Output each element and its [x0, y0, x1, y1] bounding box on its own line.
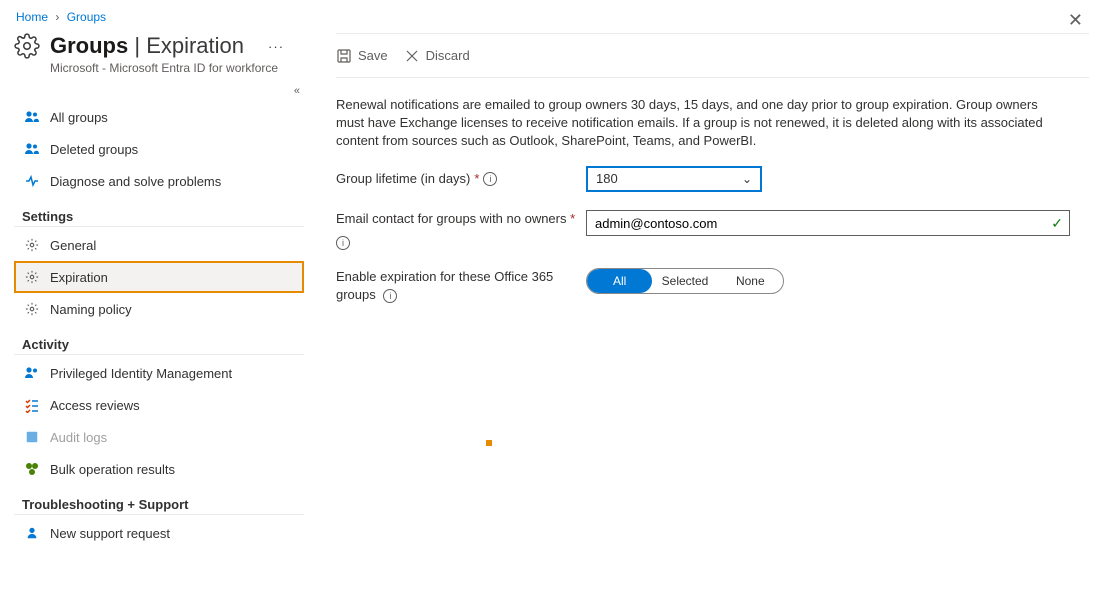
- gear-icon: [24, 301, 40, 317]
- lifetime-label: Group lifetime (in days) * i: [336, 170, 586, 188]
- sidebar-item-bulk-results[interactable]: Bulk operation results: [14, 453, 304, 485]
- close-icon[interactable]: ✕: [1062, 8, 1089, 33]
- save-button[interactable]: Save: [336, 48, 388, 64]
- divider: [14, 354, 304, 355]
- breadcrumb-groups[interactable]: Groups: [67, 10, 106, 24]
- sidebar-item-label: Diagnose and solve problems: [50, 174, 221, 189]
- sidebar-item-naming-policy[interactable]: Naming policy: [14, 293, 304, 325]
- breadcrumb-home[interactable]: Home: [16, 10, 48, 24]
- people-icon: [24, 365, 40, 381]
- more-icon[interactable]: ···: [268, 39, 284, 54]
- sidebar-section-support: Troubleshooting + Support: [22, 497, 304, 512]
- sidebar-item-label: Audit logs: [50, 430, 107, 445]
- sidebar-item-general[interactable]: General: [14, 229, 304, 261]
- email-input[interactable]: [593, 215, 1051, 232]
- chevron-right-icon: ›: [55, 10, 59, 24]
- sidebar-item-label: Naming policy: [50, 302, 132, 317]
- pill-selected[interactable]: Selected: [652, 269, 717, 293]
- toolbar: Save Discard: [336, 34, 1089, 78]
- divider: [14, 514, 304, 515]
- pill-none[interactable]: None: [718, 269, 783, 293]
- email-label: Email contact for groups with no owners …: [336, 210, 586, 250]
- sidebar-item-new-support[interactable]: New support request: [14, 517, 304, 549]
- lifetime-value: 180: [596, 170, 618, 188]
- required-icon: *: [570, 211, 575, 226]
- info-icon[interactable]: i: [336, 236, 350, 250]
- sidebar-item-label: Deleted groups: [50, 142, 138, 157]
- sidebar-item-label: Expiration: [50, 270, 108, 285]
- info-icon[interactable]: i: [383, 289, 397, 303]
- support-icon: [24, 525, 40, 541]
- diagnose-icon: [24, 173, 40, 189]
- sidebar-item-expiration[interactable]: Expiration: [14, 261, 304, 293]
- page-subtitle: Microsoft - Microsoft Entra ID for workf…: [50, 61, 304, 75]
- enable-expiration-toggle: All Selected None: [586, 268, 784, 294]
- page-title: Groups | Expiration: [50, 33, 244, 59]
- sidebar-item-label: New support request: [50, 526, 170, 541]
- breadcrumb: Home › Groups: [14, 8, 106, 30]
- sidebar-item-deleted-groups[interactable]: Deleted groups: [14, 133, 304, 165]
- sidebar-item-all-groups[interactable]: All groups: [14, 101, 304, 133]
- sidebar-item-pim[interactable]: Privileged Identity Management: [14, 357, 304, 389]
- info-icon[interactable]: i: [483, 172, 497, 186]
- sidebar-item-label: Access reviews: [50, 398, 140, 413]
- discard-label: Discard: [426, 48, 470, 63]
- save-icon: [336, 48, 352, 64]
- sidebar-section-activity: Activity: [22, 337, 304, 352]
- discard-button[interactable]: Discard: [404, 48, 470, 64]
- save-label: Save: [358, 48, 388, 63]
- email-input-wrap: ✓: [586, 210, 1070, 236]
- sidebar-item-label: Bulk operation results: [50, 462, 175, 477]
- chevron-down-icon: ⌄: [742, 170, 752, 188]
- lifetime-select[interactable]: 180 ⌄: [586, 166, 762, 192]
- divider: [14, 226, 304, 227]
- sidebar-item-audit-logs[interactable]: Audit logs: [14, 421, 304, 453]
- sidebar-item-label: All groups: [50, 110, 108, 125]
- pill-all[interactable]: All: [587, 269, 652, 293]
- log-icon: [24, 429, 40, 445]
- gear-icon: [14, 33, 40, 59]
- required-icon: *: [474, 170, 479, 188]
- collapse-sidebar-button[interactable]: «: [14, 79, 304, 101]
- decorative-marker: [486, 440, 492, 446]
- people-icon: [24, 141, 40, 157]
- sidebar-item-diagnose[interactable]: Diagnose and solve problems: [14, 165, 304, 197]
- sidebar-item-label: General: [50, 238, 96, 253]
- sidebar-item-access-reviews[interactable]: Access reviews: [14, 389, 304, 421]
- enable-expiration-label: Enable expiration for these Office 365 g…: [336, 268, 586, 304]
- sidebar-item-label: Privileged Identity Management: [50, 366, 232, 381]
- checklist-icon: [24, 397, 40, 413]
- sidebar-section-settings: Settings: [22, 209, 304, 224]
- gear-icon: [24, 269, 40, 285]
- bulk-icon: [24, 461, 40, 477]
- people-icon: [24, 109, 40, 125]
- gear-icon: [24, 237, 40, 253]
- discard-icon: [404, 48, 420, 64]
- description-text: Renewal notifications are emailed to gro…: [336, 96, 1066, 150]
- check-icon: ✓: [1051, 214, 1063, 232]
